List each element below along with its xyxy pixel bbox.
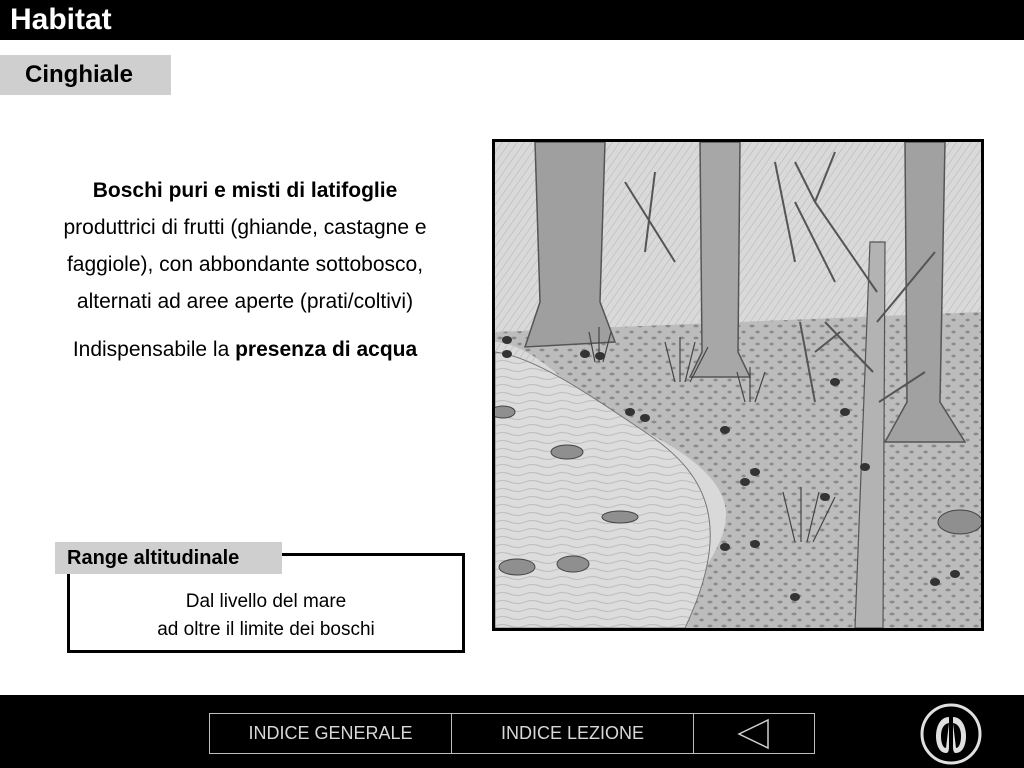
title-bar: Habitat xyxy=(0,0,1024,40)
section-label: Cinghiale xyxy=(0,55,171,95)
habitat-description: Boschi puri e misti di latifoglie produt… xyxy=(50,172,440,368)
range-text: Dal livello del mare ad oltre il limite … xyxy=(70,588,462,644)
water-paragraph: Indispensabile la presenza di acqua xyxy=(50,331,440,368)
range-label: Range altitudinale xyxy=(55,542,282,574)
water-prefix: Indispensabile la xyxy=(72,338,236,361)
back-button[interactable] xyxy=(694,714,814,753)
forest-drawing xyxy=(495,142,981,628)
page-title: Habitat xyxy=(10,3,112,36)
range-line-2: ad oltre il limite dei boschi xyxy=(157,619,375,640)
habitat-bold-intro: Boschi puri e misti di latifoglie xyxy=(92,179,398,202)
lesson-index-button[interactable]: INDICE LEZIONE xyxy=(452,714,694,753)
navigation-bar: INDICE GENERALE INDICE LEZIONE xyxy=(0,695,1024,768)
hoofprint-icon xyxy=(920,703,982,765)
habitat-paragraph: Boschi puri e misti di latifoglie produt… xyxy=(50,172,440,320)
general-index-button[interactable]: INDICE GENERALE xyxy=(210,714,452,753)
forest-illustration xyxy=(492,139,984,631)
water-bold: presenza di acqua xyxy=(235,338,418,361)
range-line-1: Dal livello del mare xyxy=(185,591,347,612)
left-triangle-icon xyxy=(737,718,769,749)
nav-button-group: INDICE GENERALE INDICE LEZIONE xyxy=(209,713,815,754)
habitat-intro-rest: produttrici di frutti (ghiande, castagne… xyxy=(63,216,427,313)
section-label-text: Cinghiale xyxy=(25,61,134,88)
range-label-text: Range altitudinale xyxy=(67,547,240,569)
